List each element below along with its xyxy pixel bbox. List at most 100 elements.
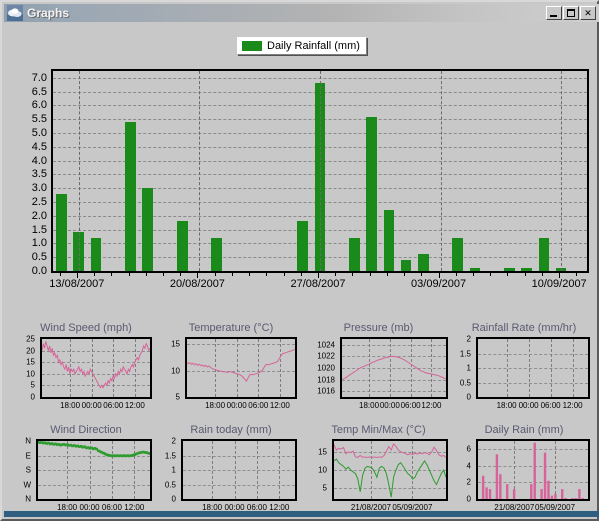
small-chart-y-tick-label: 0 xyxy=(171,494,176,504)
small-chart-x-tick-label: 18:00 xyxy=(205,401,226,410)
small-chart-x-tick-label: 12:00 xyxy=(269,401,290,410)
small-chart-y-tick-label: W xyxy=(23,480,31,489)
small-chart-y-tick-label: 2 xyxy=(466,477,471,487)
gridline-vertical xyxy=(199,71,201,271)
main-chart-y-tick-label: 2.0 xyxy=(31,209,47,222)
small-chart-y-tick-label: 10 xyxy=(171,366,180,376)
maximize-button[interactable] xyxy=(563,6,579,20)
small-chart-y-tick-label: 10 xyxy=(26,369,35,379)
small-chart-x-tick-label: 18:00 xyxy=(60,401,81,410)
main-chart-y-axis: 0.0 0.5 1.0 1.5 2.0 2.5 3.0 3.5 4.0 4.5 5.0 5.5 6.0 6… xyxy=(9,64,49,277)
main-chart-y-tick-label: 1.0 xyxy=(31,237,47,250)
main-chart-x-axis: 13/08/2007 20/08/2007 27/08/2007 03/09/2007… xyxy=(49,278,589,294)
small-chart-x-tick-label: 06:00 xyxy=(103,401,124,410)
main-chart-bar xyxy=(142,188,154,271)
small-chart-title: Pressure (mb) xyxy=(343,322,414,334)
legend-label-daily-rainfall: Daily Rainfall (mm) xyxy=(267,40,360,52)
main-chart-y-tick-label: 0.0 xyxy=(31,265,47,277)
main-chart-y-tick-label: 0.5 xyxy=(31,251,47,264)
main-chart-bar xyxy=(504,268,515,271)
small-chart-series xyxy=(183,441,295,499)
small-chart-x-tick-label: 12:00 xyxy=(421,401,442,410)
minimize-button[interactable] xyxy=(546,6,562,20)
main-chart-bar xyxy=(418,254,429,271)
main-chart-bar xyxy=(400,259,412,271)
main-chart-x-tick xyxy=(111,273,113,276)
small-chart-y-tick-label: 0 xyxy=(30,392,35,402)
main-chart-x-tick xyxy=(369,273,371,276)
small-chart-y-tick-label: 5 xyxy=(322,483,327,493)
graphs-window: Graphs ✕ Daily Rainfall (mm) 0.0 0.5 1.0 1.… xyxy=(0,0,599,521)
main-chart-y-tick-label: 5.5 xyxy=(31,113,47,126)
main-chart-x-tick-label: 03/09/2007 xyxy=(411,278,467,290)
small-chart-y-tick-label: N xyxy=(25,436,31,446)
small-chart-y-tick-label: 2 xyxy=(466,334,471,344)
small-chart-y-tick-label: 1016 xyxy=(317,386,335,396)
legend-swatch-daily-rainfall xyxy=(242,41,262,51)
small-chart-wind-speed: Wind Speed (mph) 0 5 10 15 20 25 18:00 00:00 06:0… xyxy=(16,322,156,414)
main-chart-x-tick-label: 27/08/2007 xyxy=(290,278,346,290)
main-chart-x-tick xyxy=(335,273,337,276)
small-chart-x-tick-label: 06:00 xyxy=(540,401,561,410)
main-chart-x-tick xyxy=(249,273,251,276)
small-chart-y-tick-label: 10 xyxy=(318,465,327,475)
small-chart-rain-today: Rain today (mm) 0 0.5 1 1.5 2 18:00 00:00 06:00 1… xyxy=(161,424,301,516)
main-chart-x-tick xyxy=(128,273,130,276)
small-chart-y-tick-label: 1020 xyxy=(317,363,335,373)
small-chart-y-tick-label: 1 xyxy=(466,363,471,373)
small-chart-plot-area xyxy=(476,439,590,501)
main-chart-y-tick-label: 4.0 xyxy=(31,154,47,167)
small-chart-x-tick-label: 18:00 xyxy=(496,401,517,410)
small-chart-y-tick-label: 1018 xyxy=(317,375,335,385)
main-chart-x-tick xyxy=(507,273,509,276)
gridline-vertical xyxy=(320,71,321,271)
small-chart-y-tick-label: N xyxy=(25,494,31,504)
main-chart-x-tick xyxy=(352,273,354,276)
small-chart-rainfall-rate: Rainfall Rate (mm/hr) 0 0.5 1 1.5 2 18:00 00:00… xyxy=(454,322,594,414)
small-chart-y-tick-label: 1.5 xyxy=(164,451,176,460)
small-chart-y-tick-label: 5 xyxy=(30,380,35,390)
small-chart-y-tick-label: 5 xyxy=(175,392,180,402)
main-chart-daily-rainfall: 0.0 0.5 1.0 1.5 2.0 2.5 3.0 3.5 4.0 4.5 5.0 5.5 6.0 6… xyxy=(9,64,594,309)
small-chart-title: Wind Direction xyxy=(50,424,122,436)
main-chart-y-tick-label: 3.0 xyxy=(31,182,47,195)
small-chart-y-tick-label: 15 xyxy=(318,447,327,457)
main-chart-y-tick-label: 2.5 xyxy=(31,196,47,209)
small-chart-title: Temp Min/Max (°C) xyxy=(331,424,426,436)
chart-legend: Daily Rainfall (mm) xyxy=(237,37,367,55)
small-chart-series xyxy=(334,442,446,498)
small-chart-wind-direction: Wind Direction N W S E N 18:00 00:00 06:00 12:00 xyxy=(16,424,156,516)
small-chart-pressure: Pressure (mb) 1016 1018 1020 1022 1024 18:00 00… xyxy=(306,322,451,414)
gridline-vertical xyxy=(561,71,563,271)
main-chart-x-tick xyxy=(421,273,423,276)
small-chart-title: Rainfall Rate (mm/hr) xyxy=(471,322,577,334)
small-chart-y-tick-label: 25 xyxy=(26,334,35,344)
small-chart-title: Temperature (°C) xyxy=(188,322,274,334)
close-button[interactable]: ✕ xyxy=(580,6,596,20)
small-chart-y-tick-label: 0 xyxy=(466,494,471,504)
main-chart-bar xyxy=(521,268,533,271)
small-chart-x-tick-label: 06:00 xyxy=(248,401,269,410)
window-titlebar: Graphs ✕ xyxy=(4,4,599,22)
small-chart-title: Daily Rain (mm) xyxy=(484,424,564,436)
main-chart-x-tick xyxy=(94,273,96,276)
small-chart-y-tick-label: 4 xyxy=(466,461,471,471)
main-chart-x-tick-label: 20/08/2007 xyxy=(169,278,225,290)
weather-cloud-icon xyxy=(7,5,23,21)
main-chart-x-tick xyxy=(180,273,182,276)
window-title: Graphs xyxy=(27,6,70,20)
main-chart-x-tick xyxy=(541,273,543,276)
small-chart-y-tick-label: 1 xyxy=(171,465,176,475)
small-chart-series xyxy=(478,339,588,397)
main-chart-x-tick xyxy=(59,273,61,276)
main-chart-x-tick xyxy=(283,273,285,276)
main-chart-x-tick xyxy=(386,273,388,276)
main-chart-bar xyxy=(349,237,360,271)
main-chart-bar xyxy=(56,193,67,271)
small-chart-series xyxy=(42,341,150,389)
main-chart-x-tick xyxy=(455,273,457,276)
small-chart-x-tick-label: 00:00 xyxy=(81,401,102,410)
small-chart-y-tick-label: 1.5 xyxy=(459,349,471,358)
small-chart-temperature: Temperature (°C) 5 10 15 18:00 00:00 06:00 12:0… xyxy=(161,322,301,414)
small-chart-series xyxy=(187,349,295,383)
